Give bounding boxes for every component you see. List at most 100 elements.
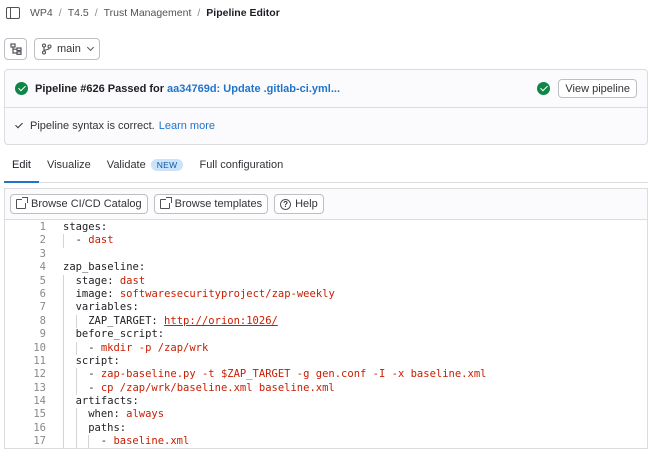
browse-templates-label: Browse templates — [174, 198, 263, 210]
code-text: ZAP_TARGET: http://orion:1026/ — [46, 314, 278, 329]
code-text: - mkdir -p /zap/wrk — [46, 341, 208, 355]
code-line[interactable]: 11 script: — [5, 354, 647, 369]
code-lines: 1 stages: 2- dast 3 4 zap_baseline: 5 stage: da… — [5, 220, 647, 448]
yaml-value: dast — [88, 234, 114, 247]
code-line[interactable]: 13- cp /zap/wrk/baseline.xml baseline.xm… — [5, 381, 647, 396]
tab-visualize[interactable]: Visualize — [39, 148, 99, 182]
line-number: 14 — [33, 395, 46, 408]
sidebar-toggle-icon[interactable] — [6, 7, 20, 19]
tab-full-configuration[interactable]: Full configuration — [191, 148, 291, 182]
breadcrumb-item-t45[interactable]: T4.5 — [68, 7, 89, 19]
indent-guide — [63, 328, 76, 342]
code-line[interactable]: 6 image: softwaresecurityproject/zap-week… — [5, 287, 647, 302]
pipeline-status-actions: View pipeline — [537, 79, 637, 98]
breadcrumb: WP4 / T4.5 / Trust Management / Pipeline… — [0, 0, 650, 26]
yaml-key: - — [100, 435, 114, 448]
branch-label: main — [57, 43, 81, 55]
indent-guide — [63, 341, 76, 355]
code-text: image: softwaresecurityproject/zap-weekl… — [46, 287, 335, 302]
editor-top-toolbar: main — [4, 38, 100, 60]
branch-selector[interactable]: main — [34, 38, 100, 60]
indent-guide — [63, 314, 76, 329]
code-text: before_script: — [46, 328, 164, 342]
tab-edit[interactable]: Edit — [4, 148, 39, 183]
code-line[interactable]: 17- baseline.xml — [5, 435, 647, 448]
file-tree-button[interactable] — [4, 38, 27, 60]
question-icon: ? — [280, 198, 292, 210]
tab-validate[interactable]: Validate NEW — [99, 148, 192, 182]
line-number: 16 — [33, 421, 46, 434]
line-number: 8 — [39, 314, 46, 327]
code-line[interactable]: 9 before_script: — [5, 328, 647, 342]
line-number: 4 — [39, 261, 46, 274]
tab-visualize-label: Visualize — [46, 159, 91, 171]
line-number: 11 — [33, 354, 46, 367]
help-button[interactable]: ? Help — [274, 194, 324, 214]
code-line[interactable]: 1 stages: — [5, 221, 647, 234]
yaml-value: cp /zap/wrk/baseline.xml baseline.xml — [100, 381, 335, 394]
syntax-status-row: Pipeline syntax is correct. Learn more — [5, 108, 647, 144]
breadcrumb-separator: / — [94, 7, 98, 19]
indent-guide — [75, 408, 89, 422]
view-pipeline-button[interactable]: View pipeline — [558, 79, 637, 98]
indent-guide — [75, 368, 89, 382]
breadcrumb-item-wp4[interactable]: WP4 — [30, 7, 53, 19]
code-line[interactable]: 15 when: always — [5, 408, 647, 422]
code-text: variables: — [46, 301, 139, 315]
indent-guide — [63, 408, 76, 422]
tab-validate-label: Validate — [106, 159, 146, 171]
status-passed-icon — [15, 82, 28, 95]
check-icon — [15, 120, 23, 129]
yaml-value: dast — [119, 274, 146, 287]
code-text: - zap-baseline.py -t $ZAP_TARGET -g gen.… — [46, 368, 486, 382]
line-number: 1 — [39, 221, 46, 233]
browse-catalog-button[interactable]: Browse CI/CD Catalog — [10, 194, 148, 214]
line-number: 17 — [33, 435, 46, 448]
yaml-key: paths: — [88, 421, 127, 434]
yaml-key: variables: — [75, 301, 139, 314]
indent-guide — [63, 301, 76, 315]
code-line[interactable]: 16 paths: — [5, 421, 647, 436]
code-line[interactable]: 5 stage: dast — [5, 274, 647, 288]
breadcrumb-separator: / — [58, 7, 62, 19]
code-line[interactable]: 8 ZAP_TARGET: http://orion:1026/ — [5, 314, 647, 329]
new-badge: NEW — [150, 159, 184, 171]
line-number: 3 — [39, 247, 46, 260]
yaml-key: - — [88, 381, 101, 394]
yaml-key: stages: — [63, 221, 108, 233]
code-text: when: always — [46, 408, 164, 422]
browse-templates-button[interactable]: Browse templates — [153, 194, 269, 214]
external-link-icon — [159, 197, 172, 209]
code-text: script: — [46, 354, 120, 369]
pipeline-passed-icon[interactable] — [537, 82, 551, 95]
breadcrumb-item-trust-management[interactable]: Trust Management — [104, 7, 192, 19]
indent-guide — [75, 314, 89, 329]
line-number: 7 — [39, 301, 46, 314]
code-line[interactable]: 14 artifacts: — [5, 395, 647, 409]
indent-guide — [63, 421, 76, 436]
code-line[interactable]: 12- zap-baseline.py -t $ZAP_TARGET -g ge… — [5, 368, 647, 382]
code-line[interactable]: 2- dast — [5, 234, 647, 248]
yaml-value: softwaresecurityproject/zap-weekly — [119, 287, 335, 300]
code-line[interactable]: 7 variables: — [5, 301, 647, 315]
code-text: stage: dast — [46, 274, 146, 288]
line-number: 15 — [33, 408, 46, 421]
editor-tabs: Edit Visualize Validate NEW Full configu… — [4, 148, 648, 183]
yaml-key: image: — [75, 287, 120, 300]
code-line[interactable]: 3 — [5, 248, 647, 261]
tab-full-configuration-label: Full configuration — [199, 159, 284, 171]
branch-icon — [41, 43, 52, 55]
learn-more-link[interactable]: Learn more — [159, 120, 215, 132]
indent-guide — [63, 287, 76, 302]
indent-guide — [63, 381, 76, 396]
code-line[interactable]: 4 zap_baseline: — [5, 261, 647, 274]
code-text: - cp /zap/wrk/baseline.xml baseline.xml — [46, 381, 335, 396]
indent-guide — [75, 341, 89, 355]
code-line[interactable]: 10- mkdir -p /zap/wrk — [5, 341, 647, 355]
code-editor[interactable]: 1 stages: 2- dast 3 4 zap_baseline: 5 stage: da… — [4, 219, 648, 449]
line-number: 9 — [39, 328, 46, 341]
code-text: zap_baseline: — [46, 261, 145, 274]
commit-link[interactable]: aa34769d: Update .gitlab-ci.yml... — [167, 83, 340, 95]
breadcrumb-item-pipeline-editor[interactable]: Pipeline Editor — [206, 7, 280, 19]
indent-guide — [75, 381, 89, 396]
